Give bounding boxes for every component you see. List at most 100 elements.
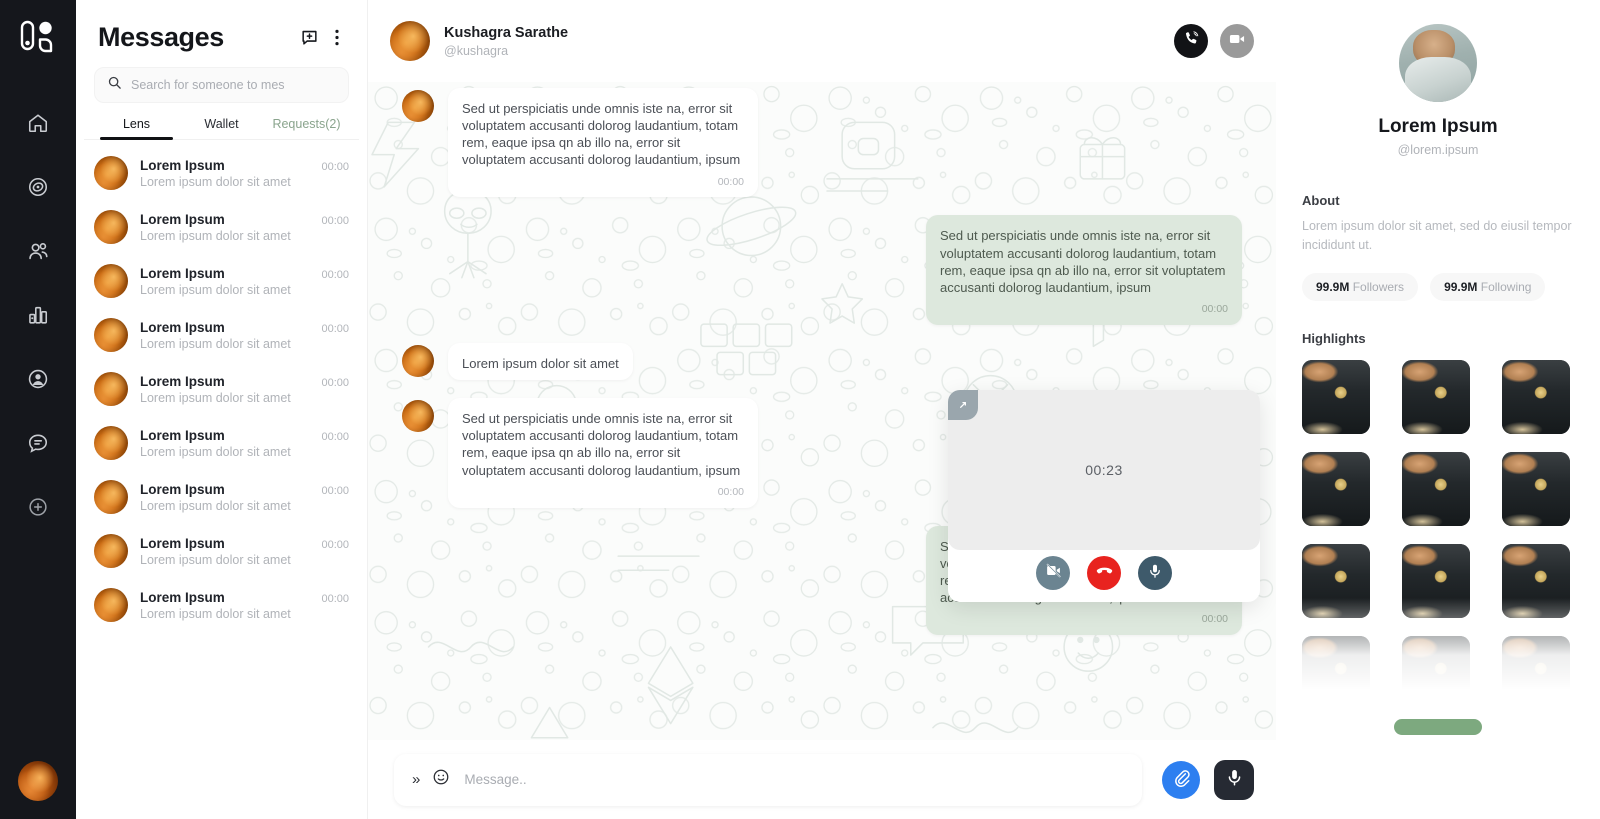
sidebar-item-communities[interactable] [16, 229, 60, 273]
list-item[interactable]: Lorem Ipsum 00:00 Lorem ipsum dolor sit am… [76, 524, 367, 578]
avatar [94, 480, 128, 514]
conversations-header-actions [300, 28, 345, 47]
list-item-preview: Lorem ipsum dolor sit amet [140, 282, 291, 297]
highlight-thumbnail[interactable] [1302, 635, 1370, 690]
conversations-header: Messages [76, 0, 367, 57]
message-bubble[interactable]: Sed ut perspiciatis unde omnis iste na, … [448, 88, 758, 198]
chat-pane: Kushagra Sarathe @kushagra Sed ut perspi… [368, 0, 1276, 819]
attach-button[interactable] [1162, 760, 1200, 799]
avatar [94, 372, 128, 406]
voice-call-button[interactable] [1174, 24, 1208, 58]
list-item-preview: Lorem ipsum dolor sit amet [140, 498, 291, 513]
list-item[interactable]: Lorem Ipsum 00:00 Lorem ipsum dolor sit am… [76, 146, 367, 200]
message-input[interactable] [464, 772, 1124, 787]
plus-circle-icon [27, 496, 49, 518]
message-text: Sed ut perspiciatis unde omnis iste na, … [462, 101, 741, 168]
profile-panel: Lorem Ipsum @lorem.ipsum About Lorem ips… [1276, 0, 1600, 819]
followers-chip[interactable]: 99.9M Followers [1302, 272, 1419, 301]
list-item[interactable]: Lorem Ipsum 00:00 Lorem ipsum dolor sit am… [76, 578, 367, 632]
search-input[interactable] [131, 78, 336, 92]
avatar [402, 400, 434, 433]
following-chip[interactable]: 99.9M Following [1430, 272, 1546, 301]
sidebar-item-home[interactable] [16, 101, 60, 145]
tab-wallet[interactable]: Wallet [179, 117, 264, 139]
list-item[interactable]: Lorem Ipsum 00:00 Lorem ipsum dolor sit am… [76, 254, 367, 308]
rail-nav-list [16, 101, 60, 529]
chat-header-identity: Kushagra Sarathe @kushagra [444, 25, 568, 58]
message-bubble[interactable]: Sed ut perspiciatis unde omnis iste na, … [926, 215, 1242, 325]
highlights-grid[interactable] [1302, 359, 1574, 690]
camera-off-button[interactable] [1036, 556, 1070, 590]
more-vertical-icon[interactable] [329, 28, 345, 47]
chat-message-area[interactable]: Sed ut perspiciatis unde omnis iste na, … [368, 82, 1276, 740]
sidebar-item-messages[interactable] [16, 421, 60, 465]
list-item[interactable]: Lorem Ipsum 00:00 Lorem ipsum dolor sit am… [76, 200, 367, 254]
highlight-thumbnail[interactable] [1302, 543, 1370, 618]
video-camera-icon [1228, 30, 1246, 53]
message-bubble[interactable]: Lorem ipsum dolor sit amet [448, 342, 633, 381]
leaderboard-icon [27, 304, 49, 326]
app-logo[interactable] [19, 18, 57, 61]
list-item[interactable]: Lorem Ipsum 00:00 Lorem ipsum dolor sit am… [76, 416, 367, 470]
resize-handle-icon[interactable] [948, 390, 978, 420]
sidebar-item-explore[interactable] [16, 165, 60, 209]
end-call-button[interactable] [1087, 556, 1121, 590]
highlight-thumbnail[interactable] [1402, 451, 1470, 526]
avatar [94, 534, 128, 568]
new-message-icon[interactable] [300, 28, 319, 47]
list-item-name: Lorem Ipsum [140, 265, 225, 281]
list-item-time: 00:00 [321, 160, 349, 173]
highlight-thumbnail[interactable] [1502, 635, 1570, 690]
tab-lens[interactable]: Lens [94, 117, 179, 140]
message-text: Sed ut perspiciatis unde omnis iste na, … [940, 228, 1226, 295]
about-text: Lorem ipsum dolor sit amet, sed do eiusi… [1302, 219, 1572, 253]
profile-avatar[interactable] [1399, 24, 1477, 102]
message-time: 00:00 [717, 485, 744, 498]
message-in: Lorem ipsum dolor sit amet [402, 342, 1242, 381]
chat-contact-name: Kushagra Sarathe [444, 24, 569, 41]
message-time: 00:00 [717, 175, 744, 188]
emoji-icon[interactable] [432, 768, 450, 791]
chevron-double-right-icon[interactable]: » [412, 771, 420, 788]
call-overlay[interactable]: 00:23 [948, 390, 1260, 602]
list-item-time: 00:00 [321, 214, 349, 227]
sidebar-item-create[interactable] [16, 485, 60, 529]
paperclip-icon [1172, 768, 1191, 792]
phone-call-icon [1183, 30, 1200, 52]
list-item[interactable]: Lorem Ipsum 00:00 Lorem ipsum dolor sit am… [76, 470, 367, 524]
highlight-thumbnail[interactable] [1302, 451, 1370, 526]
list-item-name: Lorem Ipsum [140, 211, 225, 227]
load-more-button[interactable] [1394, 719, 1482, 735]
highlight-thumbnail[interactable] [1502, 543, 1570, 618]
voice-record-button[interactable] [1214, 759, 1254, 800]
list-item-preview: Lorem ipsum dolor sit amet [140, 390, 291, 405]
home-icon [27, 112, 49, 134]
phone-hangup-icon [1095, 561, 1114, 585]
conversations-panel: Messages Search for someone to mes Lens … [76, 0, 368, 819]
current-user-avatar[interactable] [18, 761, 58, 801]
avatar [94, 318, 128, 352]
message-bubble[interactable]: Sed ut perspiciatis unde omnis iste na, … [448, 398, 758, 508]
message-composer[interactable]: » [394, 753, 1142, 806]
highlight-thumbnail[interactable] [1302, 359, 1370, 434]
list-item-name: Lorem Ipsum [140, 481, 225, 497]
microphone-button[interactable] [1138, 556, 1172, 590]
avatar[interactable] [390, 21, 430, 61]
search-box[interactable] [94, 67, 349, 103]
highlight-thumbnail[interactable] [1402, 543, 1470, 618]
list-item[interactable]: Lorem Ipsum 00:00 Lorem ipsum dolor sit am… [76, 362, 367, 416]
highlight-thumbnail[interactable] [1502, 451, 1570, 526]
highlight-thumbnail[interactable] [1402, 635, 1470, 690]
highlight-thumbnail[interactable] [1502, 359, 1570, 434]
video-call-button[interactable] [1220, 24, 1254, 58]
list-item-time: 00:00 [321, 592, 349, 605]
sidebar-item-leaderboard[interactable] [16, 293, 60, 337]
highlight-thumbnail[interactable] [1402, 359, 1470, 434]
message-time: 00:00 [1201, 303, 1228, 316]
tab-requests[interactable]: Requests(2) [264, 117, 349, 139]
conversation-list[interactable]: Lorem Ipsum 00:00 Lorem ipsum dolor sit am… [76, 140, 367, 819]
list-item[interactable]: Lorem Ipsum 00:00 Lorem ipsum dolor sit am… [76, 308, 367, 362]
avatar [402, 90, 434, 122]
list-item-name: Lorem Ipsum [140, 589, 225, 605]
sidebar-item-profile[interactable] [16, 357, 60, 401]
